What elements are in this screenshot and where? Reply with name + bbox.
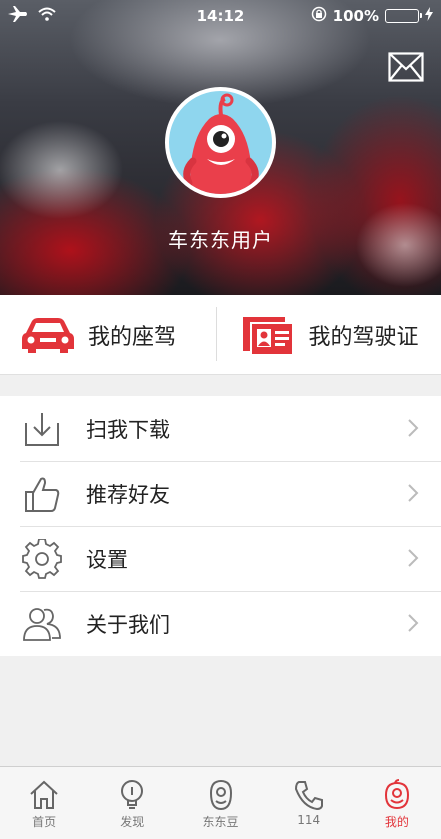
- license-icon: [239, 313, 299, 357]
- tab-label: 首页: [32, 815, 57, 829]
- avatar[interactable]: [165, 87, 276, 198]
- car-icon: [18, 313, 78, 357]
- username: 车东东用户: [168, 228, 273, 252]
- download-icon: [22, 409, 62, 449]
- tab-label: 我的: [384, 815, 409, 829]
- mail-icon[interactable]: [388, 52, 424, 82]
- charging-icon: [425, 7, 433, 25]
- tab-label: 东东豆: [202, 815, 239, 829]
- tab-home[interactable]: 首页: [0, 767, 88, 839]
- tab-discover[interactable]: 发现: [88, 767, 176, 839]
- menu-item-settings[interactable]: 设置: [0, 526, 441, 591]
- menu-item-about[interactable]: 关于我们: [0, 591, 441, 656]
- menu-label: 扫我下载: [86, 417, 170, 442]
- smiley-icon: [381, 779, 413, 811]
- tab-bar: 首页 发现 东东豆 114 我的: [0, 766, 441, 839]
- menu-label: 关于我们: [86, 612, 170, 637]
- lightbulb-icon: [116, 779, 148, 811]
- menu-label: 推荐好友: [86, 482, 170, 507]
- thumbs-up-icon: [22, 474, 62, 514]
- menu-item-download[interactable]: 扫我下载: [0, 396, 441, 461]
- my-license-label: 我的驾驶证: [308, 324, 419, 350]
- my-car-card[interactable]: 我的座驾: [0, 295, 221, 374]
- people-icon: [22, 604, 62, 644]
- chevron-right-icon: [407, 548, 419, 568]
- profile-header: 14:12 100% 车东东用户: [0, 0, 441, 295]
- bean-icon: [205, 779, 237, 811]
- battery-icon: [385, 9, 422, 23]
- menu-list: 扫我下载 推荐好友 设置 关于我们: [0, 396, 441, 656]
- chevron-right-icon: [407, 418, 419, 438]
- phone-icon: [293, 779, 325, 811]
- tab-label: 发现: [120, 815, 145, 829]
- menu-label: 设置: [86, 547, 128, 572]
- my-car-label: 我的座驾: [88, 324, 177, 350]
- chevron-right-icon: [407, 483, 419, 503]
- menu-item-recommend[interactable]: 推荐好友: [0, 461, 441, 526]
- tab-mine[interactable]: 我的: [353, 767, 441, 839]
- tab-114[interactable]: 114: [265, 767, 353, 839]
- chevron-right-icon: [407, 613, 419, 633]
- status-bar: 14:12 100%: [0, 0, 441, 34]
- tab-label: 114: [297, 813, 321, 827]
- quick-cards: 我的座驾 我的驾驶证: [0, 295, 441, 375]
- card-divider: [216, 307, 217, 361]
- battery-percent: 100%: [332, 7, 379, 25]
- home-icon: [28, 779, 60, 811]
- gear-icon: [22, 537, 62, 579]
- my-license-card[interactable]: 我的驾驶证: [221, 295, 441, 374]
- rotation-lock-icon: [311, 6, 327, 26]
- tab-beans[interactable]: 东东豆: [176, 767, 264, 839]
